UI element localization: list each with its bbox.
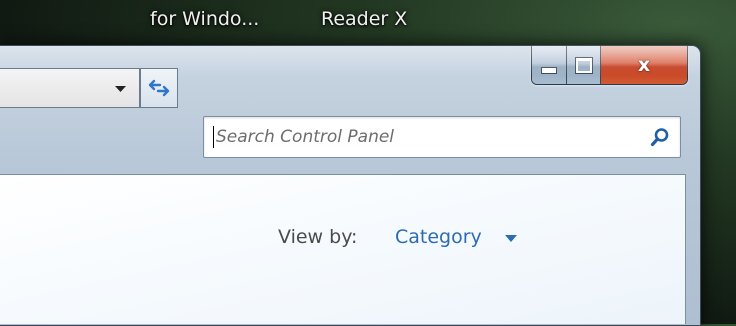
address-dropdown-button[interactable] [107,78,133,100]
triangle-down-icon[interactable] [505,235,517,242]
content-pane [0,174,686,324]
maximize-icon [574,56,593,74]
text-caret [213,126,214,148]
view-by-category-link[interactable]: Category [395,226,482,248]
desktop-icon-label-reader[interactable]: Reader X [321,8,407,30]
desktop-icon-label-windows[interactable]: for Windo... [150,8,259,30]
refresh-arrows-icon [148,79,170,97]
maximize-button[interactable] [567,46,601,84]
close-button[interactable]: x [601,46,687,84]
view-by-label: View by: [278,226,358,248]
search-box[interactable] [203,116,681,158]
search-icon[interactable] [650,127,670,147]
minimize-button[interactable] [532,46,567,84]
refresh-button[interactable] [140,68,178,108]
chevron-down-icon [114,85,126,92]
close-icon: x [637,54,651,76]
caption-buttons: x [531,46,688,85]
minimize-icon [541,66,557,74]
search-input[interactable] [216,117,636,157]
